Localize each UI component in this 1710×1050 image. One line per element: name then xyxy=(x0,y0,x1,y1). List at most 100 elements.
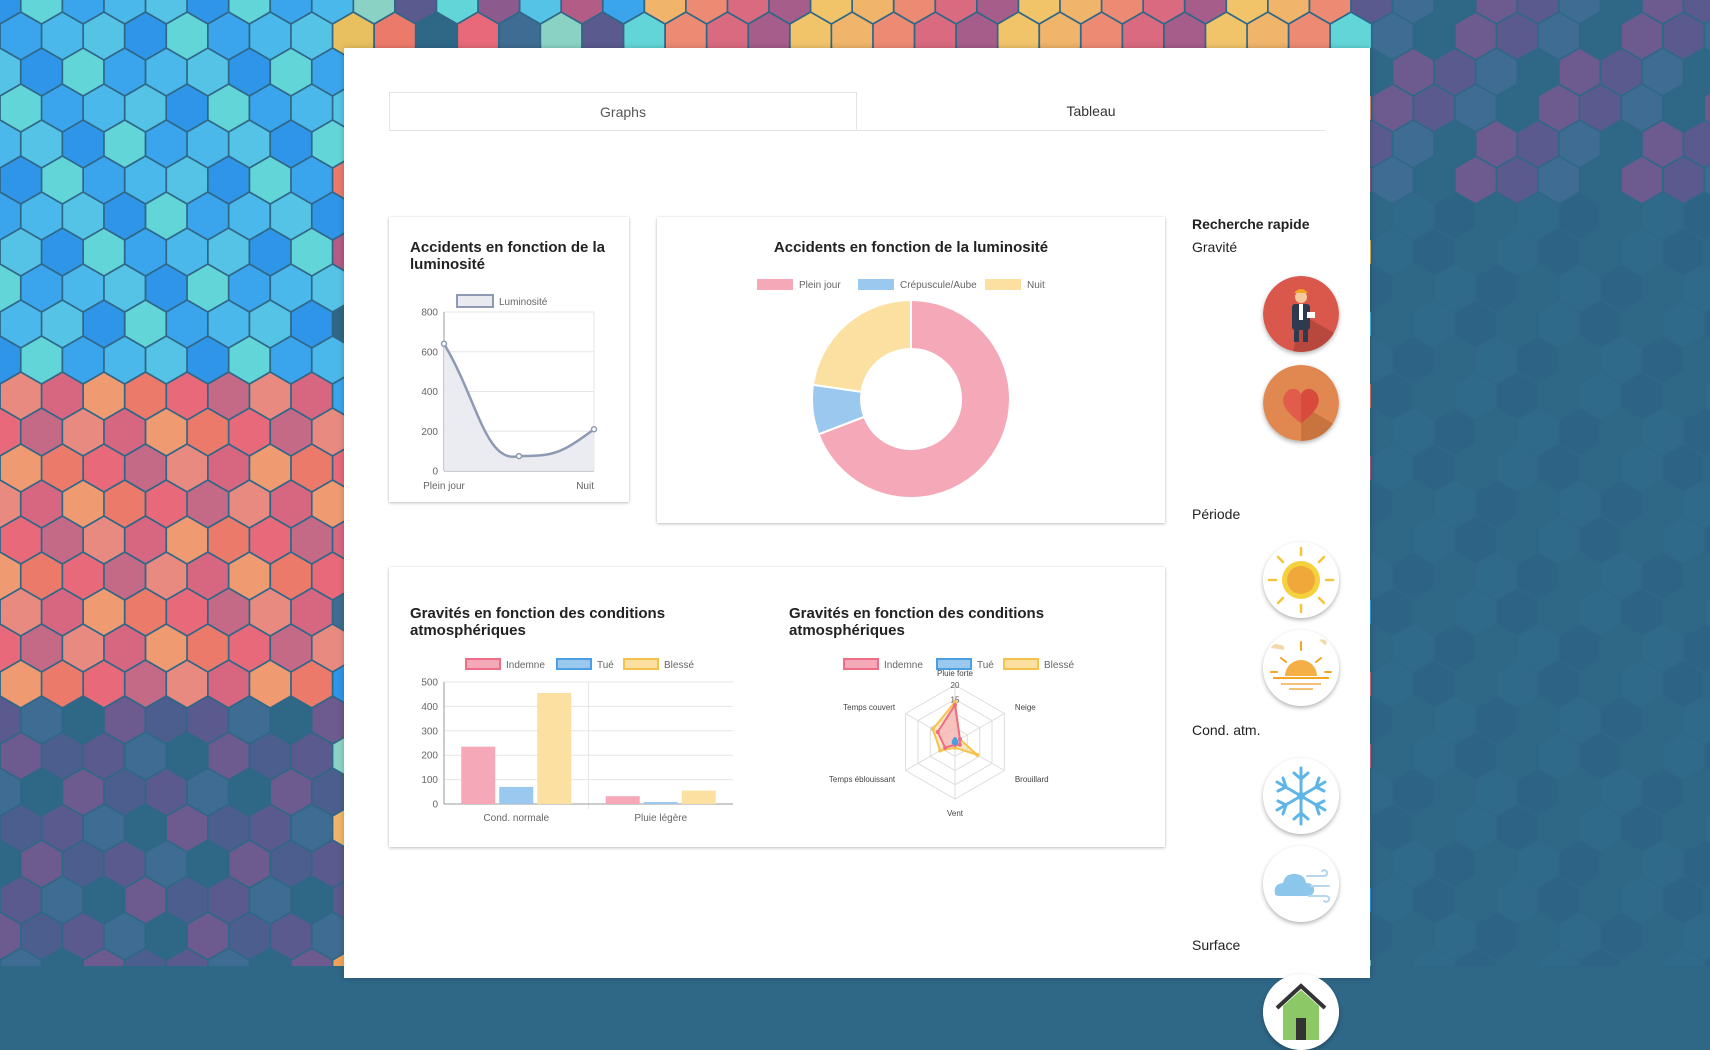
bg-hex xyxy=(1663,661,1704,707)
bg-hex xyxy=(167,85,207,131)
y-tick-label: 800 xyxy=(421,308,438,319)
bg-hex xyxy=(84,13,124,59)
bg-hex xyxy=(104,337,145,383)
bar xyxy=(461,746,496,804)
legend-label: Tué xyxy=(597,660,614,671)
legend-swatch xyxy=(623,658,659,670)
bg-hex xyxy=(125,733,166,779)
bg-hex xyxy=(0,661,41,707)
bg-hex xyxy=(125,445,166,491)
bg-hex xyxy=(208,373,249,419)
bg-hex xyxy=(1455,301,1496,347)
bg-hex xyxy=(1393,841,1434,887)
sun-icon[interactable] xyxy=(1263,542,1339,618)
bg-hex xyxy=(208,13,249,59)
bg-hex xyxy=(42,805,83,851)
bg-hex xyxy=(167,157,207,203)
bg-hex xyxy=(1372,589,1413,635)
bg-hex xyxy=(84,157,124,203)
sunset-icon[interactable] xyxy=(1263,630,1339,706)
bg-hex xyxy=(1435,625,1475,671)
bg-hex xyxy=(1601,193,1642,239)
bg-hex xyxy=(1559,121,1600,167)
heart-icon[interactable] xyxy=(1263,365,1339,441)
bg-hex xyxy=(1580,373,1621,419)
bg-hex xyxy=(229,481,270,527)
bg-hex xyxy=(250,805,291,851)
injured-person-icon[interactable] xyxy=(1263,276,1339,352)
bg-hex xyxy=(63,913,104,959)
bg-hex xyxy=(1518,265,1558,311)
bg-hex xyxy=(271,121,311,167)
bar-chart: Indemne Tué Blessé 0 100 200 300 400 500 Cond. no… xyxy=(421,658,733,824)
bg-hex xyxy=(1538,85,1579,131)
data-point xyxy=(515,452,523,460)
bar xyxy=(537,692,572,804)
bg-hex xyxy=(1476,265,1517,311)
bg-hex xyxy=(1497,589,1538,635)
bg-hex xyxy=(208,157,249,203)
bg-hex xyxy=(271,841,311,887)
bg-hex xyxy=(1393,265,1434,311)
bg-hex xyxy=(21,193,62,239)
bg-hex xyxy=(1622,589,1662,635)
bg-hex xyxy=(167,301,207,347)
bg-hex xyxy=(1601,769,1642,815)
tab-graphs[interactable]: Graphs xyxy=(389,92,857,130)
bg-hex xyxy=(1622,805,1662,851)
bg-hex xyxy=(1559,193,1600,239)
bg-hex xyxy=(1642,625,1683,671)
bg-hex xyxy=(125,229,166,275)
y-tick-label: 600 xyxy=(421,347,438,358)
bg-hex xyxy=(84,229,124,275)
bg-hex xyxy=(1476,913,1517,959)
bg-hex xyxy=(229,409,270,455)
bg-hex xyxy=(1642,481,1683,527)
bg-hex xyxy=(1663,13,1704,59)
bg-hex xyxy=(42,445,83,491)
bg-hex xyxy=(1663,733,1704,779)
bg-hex xyxy=(250,517,291,563)
bg-hex xyxy=(1435,553,1475,599)
bg-hex xyxy=(208,805,249,851)
bg-hex xyxy=(84,85,124,131)
bg-hex xyxy=(1580,589,1621,635)
legend-swatch xyxy=(985,279,1021,290)
bg-hex xyxy=(250,877,291,923)
bg-hex xyxy=(167,733,207,779)
bg-hex xyxy=(229,193,270,239)
bg-hex xyxy=(291,877,332,923)
bg-hex xyxy=(250,85,291,131)
bg-hex xyxy=(1663,877,1704,923)
bg-hex xyxy=(1559,49,1600,95)
bg-hex xyxy=(1372,157,1413,203)
bg-hex xyxy=(84,445,124,491)
bg-hex xyxy=(1559,481,1600,527)
wind-cloud-icon[interactable] xyxy=(1263,846,1339,922)
tab-tableau[interactable]: Tableau xyxy=(857,92,1325,130)
bg-hex xyxy=(1622,373,1662,419)
bg-hex xyxy=(250,373,291,419)
bg-hex xyxy=(1642,553,1683,599)
bg-hex xyxy=(1455,13,1496,59)
bg-hex xyxy=(1414,373,1454,419)
legend-swatch xyxy=(858,279,894,290)
bg-hex xyxy=(1580,157,1621,203)
house-icon[interactable] xyxy=(1263,974,1339,1050)
bg-hex xyxy=(1455,373,1496,419)
bg-hex xyxy=(229,553,270,599)
bg-hex xyxy=(1538,373,1579,419)
quick-search-title: Recherche rapide xyxy=(1192,216,1310,232)
line-chart-card: Accidents en fonction de la luminosité L… xyxy=(389,217,629,502)
bg-hex xyxy=(1414,733,1454,779)
bg-hex xyxy=(146,697,187,743)
bg-hex xyxy=(42,877,83,923)
bg-hex xyxy=(1559,553,1600,599)
bg-hex xyxy=(1476,193,1517,239)
bg-hex xyxy=(187,769,228,815)
bg-hex xyxy=(250,733,291,779)
bg-hex xyxy=(1580,733,1621,779)
legend-label: Tué xyxy=(977,660,994,671)
snowflake-icon[interactable] xyxy=(1263,758,1339,834)
bg-hex xyxy=(1601,625,1642,671)
